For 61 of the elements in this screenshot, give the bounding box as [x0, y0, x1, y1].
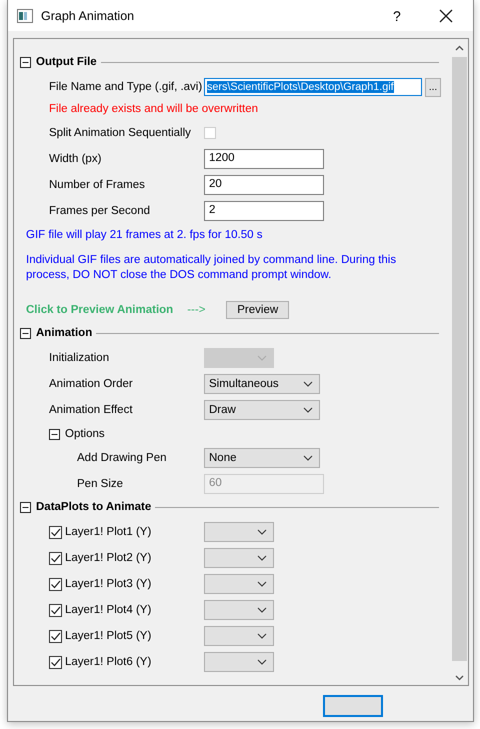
chevron-icon [303, 455, 313, 461]
collapse-icon[interactable] [20, 502, 31, 512]
checkbox[interactable] [49, 656, 62, 668]
close-icon[interactable] [439, 8, 453, 22]
input-field[interactable]: 20 [204, 175, 324, 195]
dialog-button[interactable] [323, 695, 383, 717]
app-icon [17, 8, 33, 22]
field-label: Width (px) [49, 153, 102, 165]
browse-button[interactable]: ... [425, 78, 441, 96]
field-label: Frames per Second [49, 205, 151, 217]
plot-label: Layer1! Plot2 (Y) [65, 552, 152, 564]
section-title: Animation [36, 327, 92, 339]
field-label: Animation Order [49, 378, 134, 390]
plot-label: Layer1! Plot6 (Y) [65, 656, 152, 668]
chevron-icon [303, 407, 313, 413]
info-text: Individual GIF files are automatically joined by command line. During this process, DO NOT close the DOS command prompt window. [26, 254, 396, 281]
arrow-text: ---> [187, 304, 206, 316]
dropdown[interactable]: Simultaneous [204, 374, 320, 394]
input-field[interactable]: 1200 [204, 149, 324, 169]
window-title: Graph Animation [41, 8, 136, 22]
chevron-icon [257, 529, 267, 535]
chevron-icon [257, 633, 267, 639]
plot-label: Layer1! Plot1 (Y) [65, 526, 152, 538]
input-field[interactable]: 2 [204, 201, 324, 221]
collapse-icon[interactable] [20, 328, 31, 338]
warning-message: File already exists and will be overwritten [49, 103, 258, 115]
field-label: Split Animation Sequentially [49, 127, 192, 139]
checkbox[interactable] [49, 578, 62, 590]
scroll-up-icon[interactable] [455, 45, 464, 51]
checkbox[interactable] [49, 630, 62, 642]
plot-label: Layer1! Plot3 (Y) [65, 578, 152, 590]
chevron-icon [303, 381, 313, 387]
file-name-field[interactable]: sers\ScientificPlots\Desktop\Graph1.gif [204, 78, 422, 96]
chevron-icon [257, 355, 267, 361]
field-label: Animation Effect [49, 404, 134, 416]
scroll-down-icon[interactable] [455, 675, 464, 681]
plot-label: Layer1! Plot5 (Y) [65, 630, 152, 642]
collapse-icon[interactable] [49, 428, 60, 440]
checkbox[interactable] [49, 552, 62, 564]
chevron-icon [257, 555, 267, 561]
checkbox[interactable] [49, 604, 62, 616]
section-title: Output File [36, 56, 97, 68]
field-label: File Name and Type (.gif, .avi) [49, 81, 204, 93]
chevron-icon [257, 659, 267, 665]
field-label: Initialization [49, 352, 110, 364]
preview-button[interactable]: Preview [226, 301, 290, 319]
plot-label: Layer1! Plot4 (Y) [65, 604, 152, 616]
info-text: GIF file will play 21 frames at 2. fps for 10.50 s [26, 229, 262, 241]
checkbox[interactable] [49, 526, 62, 538]
field-label: Add Drawing Pen [77, 452, 168, 464]
field-label: Number of Frames [49, 179, 146, 191]
dropdown[interactable]: None [204, 448, 320, 468]
chevron-icon [257, 581, 267, 587]
section-title: DataPlots to Animate [36, 501, 152, 513]
dropdown[interactable]: Draw [204, 400, 320, 420]
chevron-icon [257, 607, 267, 613]
preview-hint: Click to Preview Animation [26, 304, 174, 316]
collapse-icon[interactable] [20, 56, 31, 68]
field-label: Pen Size [77, 478, 124, 490]
help-button[interactable]: ? [393, 8, 407, 24]
group-title: Options [65, 428, 105, 440]
